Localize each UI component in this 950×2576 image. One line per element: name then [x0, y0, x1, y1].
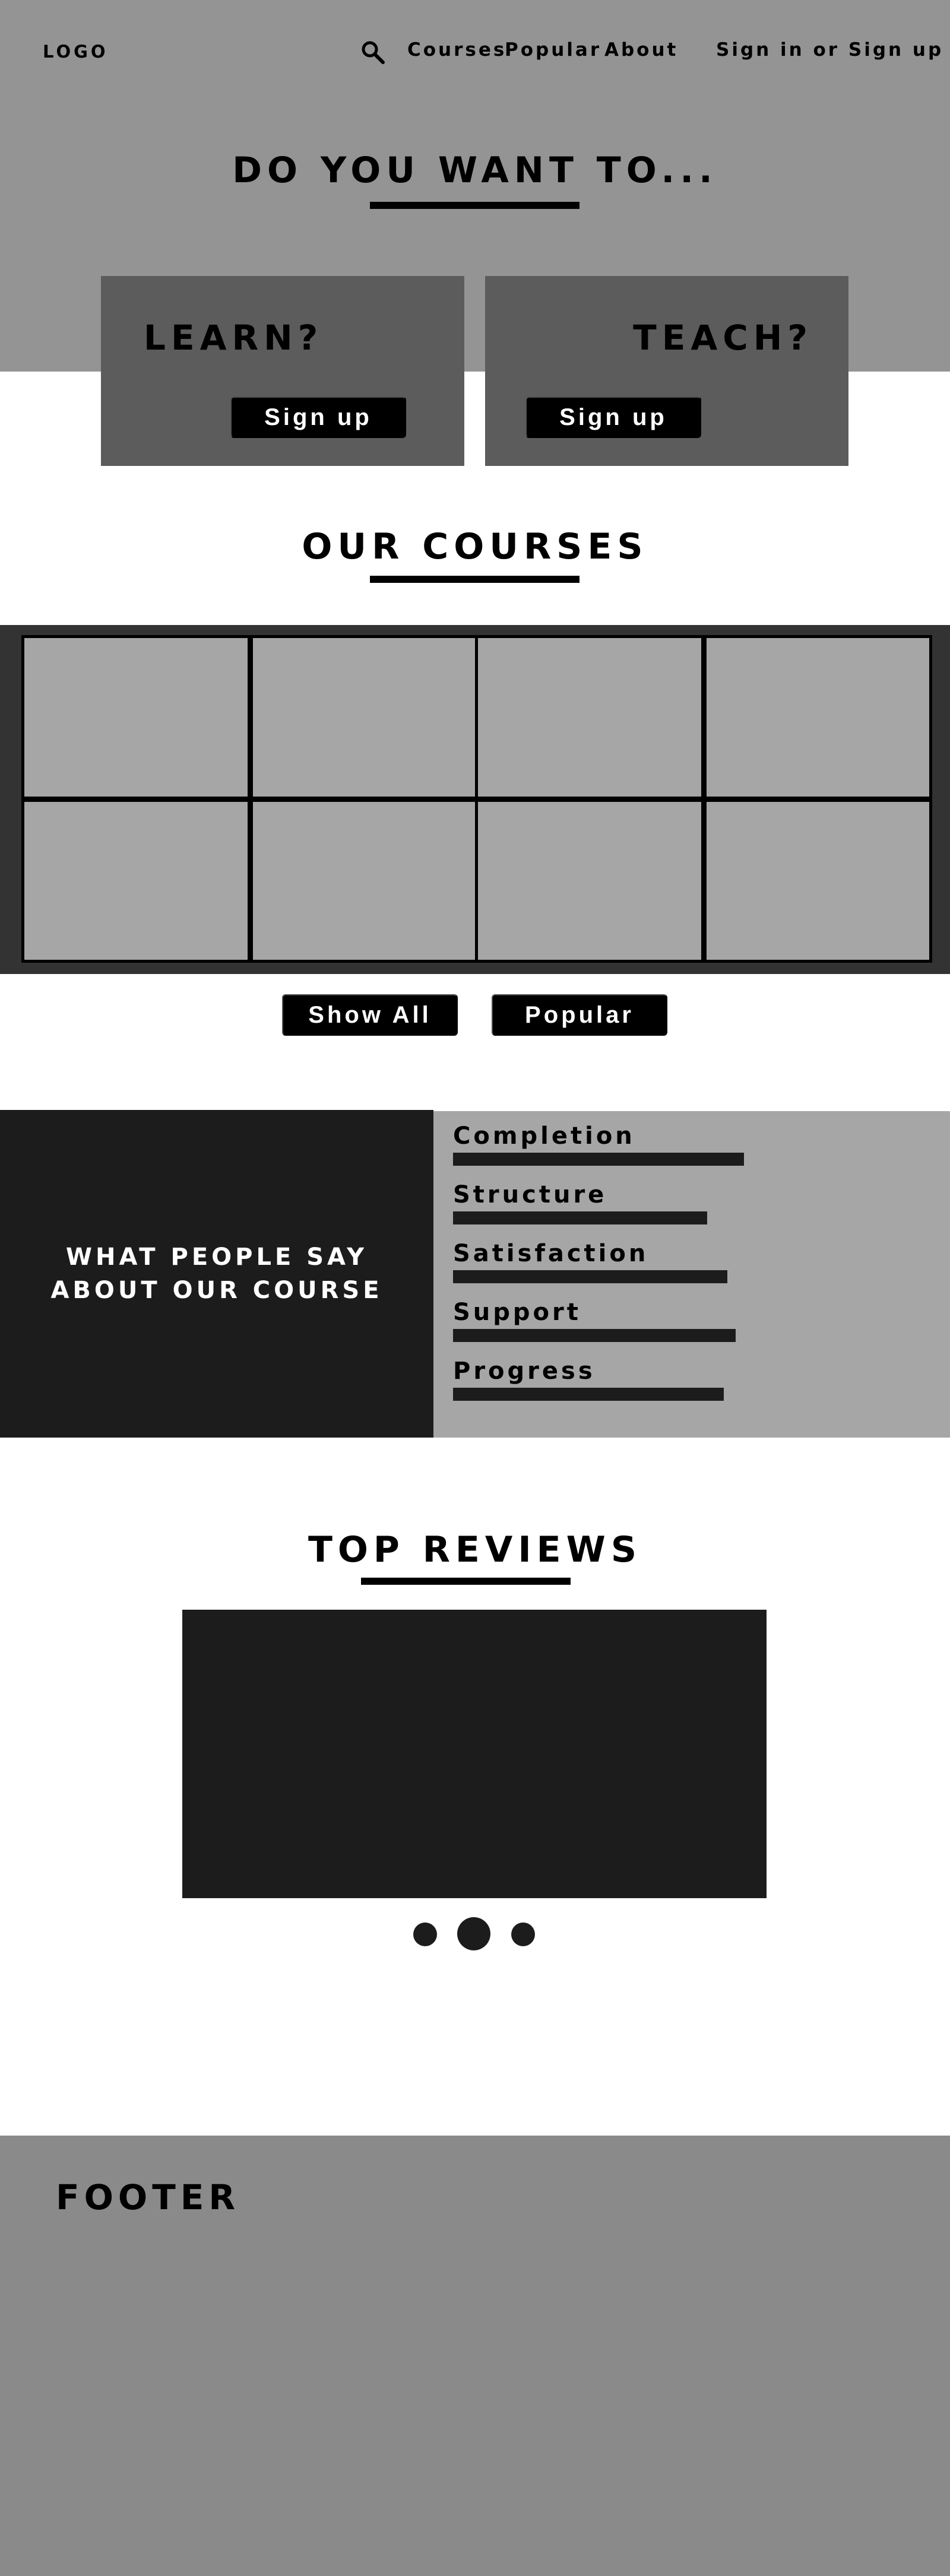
- metric-label: Structure: [453, 1181, 607, 1208]
- courses-grid-section: [0, 625, 950, 974]
- course-tile[interactable]: [252, 638, 476, 797]
- carousel-dot-active[interactable]: [457, 1917, 490, 1950]
- review-carousel[interactable]: [182, 1610, 767, 1898]
- course-tile[interactable]: [478, 801, 701, 960]
- carousel-dot[interactable]: [511, 1923, 535, 1946]
- course-tile[interactable]: [706, 638, 929, 797]
- metric-bar: [453, 1270, 727, 1283]
- metric-label: Satisfaction: [453, 1240, 649, 1267]
- testimonial-panel: WHAT PEOPLE SAY ABOUT OUR COURSE: [0, 1110, 433, 1438]
- learn-card: LEARN? Sign up: [101, 276, 464, 466]
- teach-label: TEACH?: [633, 318, 813, 358]
- reviews-title: TOP REVIEWS: [308, 1529, 642, 1571]
- course-grid-left: [21, 635, 479, 963]
- show-all-button[interactable]: Show All: [282, 994, 458, 1036]
- courses-title: OUR COURSES: [302, 526, 648, 567]
- teach-card: TEACH? Sign up: [485, 276, 848, 466]
- metric-label: Support: [453, 1299, 581, 1326]
- carousel-dot[interactable]: [413, 1923, 437, 1946]
- metric-bar: [453, 1329, 736, 1342]
- logo[interactable]: LOGO: [43, 42, 109, 62]
- sign-in-link[interactable]: Sign in or Sign up: [716, 39, 943, 61]
- metric-progress: Progress: [453, 1358, 724, 1401]
- course-tile[interactable]: [252, 801, 476, 960]
- metric-completion: Completion: [453, 1123, 744, 1166]
- learn-signup-button[interactable]: Sign up: [230, 396, 406, 438]
- course-tile[interactable]: [24, 638, 248, 797]
- course-tile[interactable]: [706, 801, 929, 960]
- footer: FOOTER: [0, 2136, 950, 2576]
- footer-label: FOOTER: [56, 2177, 240, 2217]
- course-tile[interactable]: [478, 638, 701, 797]
- metric-structure: Structure: [453, 1182, 707, 1224]
- course-grid-right: [475, 635, 932, 963]
- metrics-panel: Completion Structure Satisfaction Suppor…: [433, 1111, 950, 1438]
- learn-label: LEARN?: [144, 318, 324, 358]
- testimonial-heading: WHAT PEOPLE SAY ABOUT OUR COURSE: [50, 1243, 383, 1304]
- courses-title-underline: [370, 576, 580, 583]
- metric-bar: [453, 1388, 724, 1401]
- hero-title-underline: [370, 202, 580, 209]
- course-tile[interactable]: [24, 801, 248, 960]
- metric-bar: [453, 1153, 744, 1166]
- popular-button[interactable]: Popular: [492, 994, 667, 1036]
- metric-label: Progress: [453, 1357, 596, 1385]
- nav-popular-link[interactable]: Popular: [505, 39, 601, 61]
- nav-courses-link[interactable]: Courses: [407, 39, 506, 61]
- reviews-title-underline: [361, 1578, 571, 1585]
- metric-support: Support: [453, 1299, 736, 1342]
- search-icon[interactable]: [360, 39, 386, 65]
- metric-label: Completion: [453, 1122, 635, 1150]
- hero-title: DO YOU WANT TO...: [232, 150, 718, 191]
- teach-signup-button[interactable]: Sign up: [525, 396, 701, 438]
- metric-bar: [453, 1211, 707, 1224]
- metric-satisfaction: Satisfaction: [453, 1241, 727, 1283]
- nav-about-link[interactable]: About: [604, 39, 678, 61]
